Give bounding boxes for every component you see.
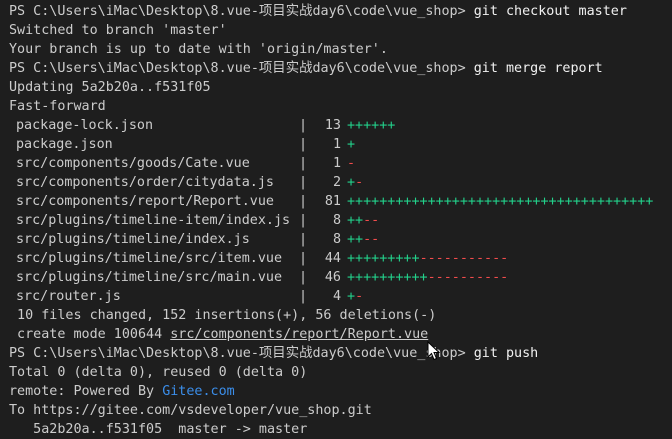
created-file-path[interactable]: src/components/report/Report.vue: [170, 327, 428, 342]
diffstat-row: src/router.js | 4 +-: [9, 287, 669, 306]
command-args: merge report: [497, 61, 603, 76]
shell-prompt: PS C:\Users\iMac\Desktop\8.vue-项目实战day6\…: [9, 4, 474, 19]
diffstat-insertions: +: [347, 137, 356, 152]
diffstat-insertions: ++: [347, 213, 364, 228]
diffstat-separator: |: [299, 232, 308, 247]
command-git: git: [473, 4, 498, 19]
diffstat-count: 2: [332, 175, 341, 190]
diffstat-separator: |: [299, 270, 308, 285]
diffstat-count: 8: [332, 232, 341, 247]
diffstat-row: package.json | 1 +: [9, 135, 669, 154]
diffstat-separator: |: [299, 213, 308, 228]
diffstat-deletions: -: [355, 289, 364, 304]
diffstat-count: 81: [324, 194, 341, 209]
output-line-ref-update: 5a2b20a..f531f05 master -> master: [9, 422, 308, 437]
diffstat-row: src/components/goods/Cate.vue | 1-: [9, 154, 669, 173]
diffstat-deletions: ----------: [427, 270, 509, 285]
diffstat-count: 44: [324, 251, 341, 266]
output-line: Your branch is up to date with 'origin/m…: [9, 42, 388, 57]
diffstat-insertions: +: [347, 175, 356, 190]
diffstat-list: package-lock.json | 13 ++++++ package.json | 1…: [9, 116, 669, 306]
diffstat-separator: |: [299, 194, 308, 209]
output-line-to: To https://gitee.com/vsdeveloper/vue_sho…: [9, 403, 372, 418]
diffstat-file: src/plugins/timeline/src/main.vue: [16, 270, 283, 285]
command-git: git: [473, 61, 498, 76]
command-line-merge: PS C:\Users\iMac\Desktop\8.vue-项目实战day6\…: [9, 59, 669, 78]
diffstat-separator: |: [299, 251, 308, 266]
shell-prompt: PS C:\Users\iMac\Desktop\8.vue-项目实战day6\…: [9, 346, 474, 361]
diffstat-file: src/plugins/timeline/index.js: [16, 232, 250, 247]
diffstat-insertions: ++++++++++: [347, 270, 428, 285]
diffstat-count: 4: [332, 289, 341, 304]
command-args: push: [497, 346, 539, 361]
diffstat-insertions: ++: [347, 232, 364, 247]
diffstat-count: 1: [332, 156, 341, 171]
diffstat-deletions: -----------: [419, 251, 509, 266]
diffstat-separator: |: [299, 156, 308, 171]
create-mode-line: create mode 100644 src/components/report…: [9, 325, 669, 344]
diffstat-row: src/plugins/timeline/src/item.vue | 44 ++++…: [9, 249, 669, 268]
diffstat-count: 46: [324, 270, 341, 285]
diffstat-insertions: +: [347, 289, 356, 304]
command-line-push: PS C:\Users\iMac\Desktop\8.vue-项目实战day6\…: [9, 344, 669, 363]
diffstat-row: src/plugins/timeline-item/index.js | 8 ++--: [9, 211, 669, 230]
diffstat-deletions: --: [363, 232, 380, 247]
diffstat-row: src/plugins/timeline/src/main.vue | 46 ++++…: [9, 268, 669, 287]
diffstat-insertions: ++++++: [347, 118, 396, 133]
output-line-fast-forward: Fast-forward: [9, 99, 106, 114]
diffstat-count: 13: [324, 118, 341, 133]
diffstat-count: 1: [332, 137, 341, 152]
mouse-cursor-icon: [427, 341, 441, 361]
gitee-link[interactable]: Gitee.com: [162, 384, 235, 399]
diffstat-deletions: -: [355, 175, 364, 190]
diffstat-file: src/plugins/timeline/src/item.vue: [16, 251, 283, 266]
diffstat-deletions: --: [363, 213, 380, 228]
output-line-updating: Updating 5a2b20a..f531f05: [9, 80, 211, 95]
diffstat-row: src/components/order/citydata.js | 2 +-: [9, 173, 669, 192]
diffstat-separator: |: [299, 118, 308, 133]
terminal-output[interactable]: PS C:\Users\iMac\Desktop\8.vue-项目实战day6\…: [9, 2, 669, 439]
diffstat-separator: |: [299, 137, 308, 152]
diffstat-summary: 10 files changed, 152 insertions(+), 56 …: [9, 308, 437, 323]
output-line-total: Total 0 (delta 0), reused 0 (delta 0): [9, 365, 308, 380]
diffstat-separator: |: [299, 175, 308, 190]
diffstat-row: src/components/report/Report.vue | 81 +++++…: [9, 192, 669, 211]
diffstat-file: src/plugins/timeline-item/index.js: [16, 213, 291, 228]
diffstat-file: src/components/report/Report.vue: [16, 194, 274, 209]
diffstat-file: src/components/order/citydata.js: [16, 175, 274, 190]
command-line-checkout: PS C:\Users\iMac\Desktop\8.vue-项目实战day6\…: [9, 2, 669, 21]
diffstat-separator: |: [299, 289, 308, 304]
remote-prefix: remote: Powered By: [9, 384, 163, 399]
diffstat-file: src/router.js: [16, 289, 121, 304]
diffstat-insertions: ++++++++++++++++++++++++++++++++++++++: [347, 194, 654, 209]
diffstat-deletions: -: [347, 156, 356, 171]
command-args: checkout master: [497, 4, 627, 19]
create-mode-prefix: create mode 100644: [9, 327, 171, 342]
output-line-remote: remote: Powered By Gitee.com: [9, 382, 669, 401]
command-git: git: [473, 346, 498, 361]
diffstat-row: package-lock.json | 13 ++++++: [9, 116, 669, 135]
diffstat-file: package-lock.json: [16, 118, 154, 133]
diffstat-file: package.json: [16, 137, 113, 152]
diffstat-row: src/plugins/timeline/index.js | 8 ++--: [9, 230, 669, 249]
diffstat-file: src/components/goods/Cate.vue: [16, 156, 250, 171]
output-line: Switched to branch 'master': [9, 23, 227, 38]
shell-prompt: PS C:\Users\iMac\Desktop\8.vue-项目实战day6\…: [9, 61, 474, 76]
diffstat-count: 8: [332, 213, 341, 228]
diffstat-insertions: +++++++++: [347, 251, 420, 266]
